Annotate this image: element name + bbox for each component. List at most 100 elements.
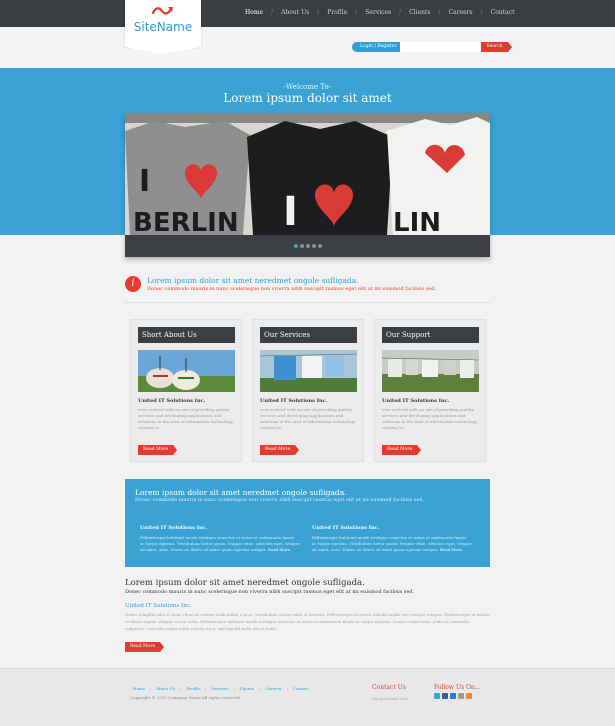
card-image-yard bbox=[382, 350, 479, 392]
footer-link-home[interactable]: Home bbox=[133, 686, 145, 691]
logo-wave-icon bbox=[152, 7, 173, 15]
site-logo[interactable]: SiteName bbox=[125, 0, 201, 54]
info-column-title: United IT Solutions Inc. bbox=[140, 525, 208, 531]
read-more-button[interactable]: Read More bbox=[382, 445, 422, 455]
yard-image bbox=[382, 350, 479, 392]
search-button[interactable]: Search bbox=[481, 42, 512, 52]
footer-link-clients[interactable]: Clients bbox=[240, 686, 254, 691]
nav-separator: / bbox=[271, 9, 274, 16]
footer-separator: | bbox=[150, 686, 152, 691]
nav-item-profile[interactable]: Profile bbox=[327, 9, 347, 16]
top-nav-bar: Home / About Us / Profile / Services / C… bbox=[0, 0, 615, 27]
google-plus-icon[interactable] bbox=[458, 693, 464, 699]
info-column: United IT Solutions Inc. Pellentesque ha… bbox=[312, 525, 472, 553]
login-register-button[interactable]: Login | Register bbox=[352, 42, 403, 52]
facebook-icon[interactable] bbox=[442, 693, 448, 699]
footer-separator: | bbox=[204, 686, 207, 691]
card-text: ever evolved with an aim of providing qu… bbox=[382, 407, 478, 430]
shoes-image bbox=[138, 350, 235, 392]
footer-link-profile[interactable]: Profile bbox=[187, 686, 200, 691]
slider-image: I BERLIN I LIN bbox=[125, 113, 490, 238]
footer-link-services[interactable]: Services bbox=[211, 686, 228, 691]
nav-item-home[interactable]: Home bbox=[245, 9, 263, 16]
footer-separator: | bbox=[233, 686, 235, 691]
card-image-shoes bbox=[138, 350, 235, 392]
card-image-laundry bbox=[260, 350, 357, 392]
card-our-services: Our Services United IT Solutions Inc. ev… bbox=[252, 319, 364, 462]
hero-title: Lorem ipsum dolor sit amet bbox=[223, 91, 392, 105]
card-heading: Short About Us bbox=[138, 327, 235, 343]
nav-separator: / bbox=[317, 9, 320, 16]
lower-subtitle: Donec commodo mauris in nunc scelerisque… bbox=[125, 589, 415, 595]
card-text: ever evolved with an aim of providing qu… bbox=[260, 407, 356, 430]
slider-dot[interactable] bbox=[317, 244, 322, 248]
register-link[interactable]: Register bbox=[377, 44, 396, 49]
linkedin-icon[interactable] bbox=[450, 693, 456, 699]
slider-dot[interactable] bbox=[299, 244, 304, 248]
card-company: United IT Solutions Inc. bbox=[138, 398, 206, 404]
slider-dot[interactable] bbox=[305, 244, 310, 248]
nav-separator: / bbox=[399, 9, 402, 16]
card-text: ever evolved with an aim of providing qu… bbox=[138, 407, 234, 430]
footer: Home | About Us | Profile | Services | C… bbox=[0, 668, 615, 726]
social-icons bbox=[434, 693, 474, 699]
follow-heading: Follow Us On... bbox=[434, 684, 481, 691]
footer-link-careers[interactable]: Careers bbox=[265, 686, 281, 691]
svg-text:BERLIN: BERLIN bbox=[133, 208, 239, 235]
footer-link-contact[interactable]: Contact bbox=[293, 686, 309, 691]
footer-link-about[interactable]: About Us bbox=[156, 686, 175, 691]
lower-company-link[interactable]: United IT Solutions Inc. bbox=[125, 603, 192, 609]
nav-separator: / bbox=[480, 9, 483, 16]
notice-title: Lorem ipsum dolor sit amet neredmet ongo… bbox=[147, 276, 359, 285]
header-strip: Login | Register Search bbox=[0, 27, 615, 68]
svg-text:LIN: LIN bbox=[393, 208, 441, 235]
nav-item-services[interactable]: Services bbox=[365, 9, 391, 16]
info-icon: i bbox=[125, 276, 141, 292]
slider-dot[interactable] bbox=[293, 244, 298, 248]
slider-dots bbox=[125, 244, 490, 248]
footer-separator: | bbox=[286, 686, 288, 691]
card-about-us: Short About Us United IT Solutions Inc. … bbox=[130, 319, 242, 462]
read-more-link[interactable]: Read More bbox=[440, 547, 462, 552]
info-subtitle: Donec commodo mauris in nunc scelerisque… bbox=[135, 497, 425, 503]
card-heading: Our Services bbox=[260, 327, 357, 343]
svg-text:I: I bbox=[139, 164, 150, 199]
info-title: Lorem ipsum dolor sit amet neredmet ongo… bbox=[135, 488, 347, 497]
search-input[interactable] bbox=[400, 42, 480, 52]
login-link[interactable]: Login bbox=[360, 44, 373, 49]
footer-separator: | bbox=[180, 686, 182, 691]
twitter-icon[interactable] bbox=[434, 693, 440, 699]
nav-separator: / bbox=[355, 9, 358, 16]
page: Home / About Us / Profile / Services / C… bbox=[0, 0, 615, 726]
nav-item-clients[interactable]: Clients bbox=[409, 9, 430, 16]
card-company: United IT Solutions Inc. bbox=[382, 398, 450, 404]
hero-pretitle: -Welcome To- bbox=[284, 83, 331, 91]
rss-icon[interactable] bbox=[466, 693, 472, 699]
nav-item-about[interactable]: About Us bbox=[281, 9, 309, 16]
card-heading: Our Support bbox=[382, 327, 479, 343]
info-column-title: United IT Solutions Inc. bbox=[312, 525, 380, 531]
info-column-text: Pellentesque habitant morbi tristique se… bbox=[312, 535, 472, 553]
lower-title: Lorem ipsum dolor sit amet neredmet ongo… bbox=[125, 578, 365, 588]
info-column-text: Pellentesque habitant morbi tristique se… bbox=[140, 535, 300, 553]
read-more-button[interactable]: Read More bbox=[138, 445, 178, 455]
main-nav: Home / About Us / Profile / Services / C… bbox=[245, 9, 514, 16]
nav-item-careers[interactable]: Careers bbox=[449, 9, 473, 16]
footer-separator: | bbox=[259, 686, 261, 691]
nav-separator: / bbox=[438, 9, 441, 16]
nav-item-contact[interactable]: Contact bbox=[491, 9, 515, 16]
read-more-link[interactable]: Read More bbox=[268, 547, 290, 552]
read-more-button[interactable]: Read More bbox=[125, 642, 165, 652]
laundry-image bbox=[260, 350, 357, 392]
card-company: United IT Solutions Inc. bbox=[260, 398, 328, 404]
info-column: United IT Solutions Inc. Pellentesque ha… bbox=[140, 525, 300, 553]
notice-subtitle: Donec commodo mauris in nunc scelerisque… bbox=[147, 286, 437, 292]
contact-heading: Contact Us bbox=[372, 684, 406, 691]
slider-pagination-bar bbox=[125, 235, 490, 257]
info-block: Lorem ipsum dolor sit amet neredmet ongo… bbox=[125, 479, 490, 567]
read-more-button[interactable]: Read More bbox=[260, 445, 300, 455]
card-our-support: Our Support United IT Solutions Inc. eve… bbox=[374, 319, 486, 462]
contact-email[interactable]: abc@domain.com bbox=[372, 696, 408, 701]
slider-dot[interactable] bbox=[311, 244, 316, 248]
copyright: Copyright © 2013 Company Name All rights… bbox=[130, 695, 240, 700]
